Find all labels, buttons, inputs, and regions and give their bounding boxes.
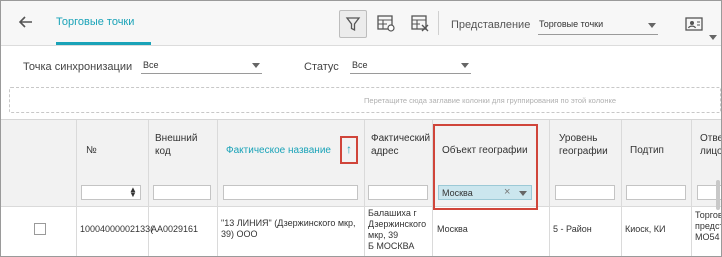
cell-geo-object: Москва [437,224,468,234]
view-select[interactable]: Торговые точки [538,14,658,35]
group-by-hint: Перетащите сюда заглавие колонки для гру… [364,96,616,105]
toolbar-separator [438,11,439,35]
top-bar: Торговые точки Представление Торговые то… [1,1,721,46]
filter-toggle-button[interactable] [339,10,367,38]
back-arrow-icon[interactable] [15,11,37,33]
column-divider [621,120,622,256]
status-label: Статус [304,61,339,73]
cell-responsible-line3: МО54 [695,232,720,242]
col-header-number[interactable]: № [86,144,97,157]
sync-point-value: Все [143,60,159,70]
cell-address-line4: Б МОСКВА [368,241,415,251]
sync-point-label: Точка синхронизации [23,61,133,73]
active-tab-indicator [56,42,151,45]
sort-up-icon[interactable]: ↑ [340,136,358,164]
grid-clear-icon [411,15,429,32]
more-caret-icon[interactable] [709,35,717,40]
cell-geo-level: 5 - Район [553,224,592,234]
grid-clear-button[interactable] [409,12,431,34]
col-header-subtype[interactable]: Подтип [630,144,664,157]
cell-number: 10004000002133( [80,224,154,234]
col-header-ext-code[interactable]: Внешний код [155,132,210,158]
app-window: Торговые точки Представление Торговые то… [0,0,722,257]
user-card-button[interactable] [683,13,705,35]
cell-subtype: Киоск, КИ [625,224,666,234]
cell-actual-address: Балашиха г Дзержинского мкр, 39 Б МОСКВА [368,208,426,252]
column-divider [364,120,365,256]
column-divider [691,120,692,256]
filter-icon [345,17,361,32]
row-checkbox[interactable] [34,223,46,235]
cell-actual-name: "13 ЛИНИЯ" (Дзержинского мкр, 39) ООО [221,218,355,240]
geo-level-filter-input[interactable] [555,185,615,200]
column-divider [148,120,149,256]
chevron-down-icon [252,63,260,68]
column-divider [549,120,550,256]
grid-settings-button[interactable] [375,12,397,34]
ext-code-filter-input[interactable] [153,185,211,200]
view-select-value: Торговые точки [539,19,604,29]
subtype-filter-input[interactable] [626,185,686,200]
cell-responsible-line1: Торгов [695,210,722,220]
cell-actual-name-line1: "13 ЛИНИЯ" (Дзержинского мкр, [221,218,356,228]
highlight-geo-column [433,124,538,210]
tab-trade-points[interactable]: Торговые точки [56,16,151,28]
group-by-drop-area[interactable]: Перетащите сюда заглавие колонки для гру… [9,87,721,113]
view-caret-icon [648,23,656,28]
status-value: Все [352,60,368,70]
cell-responsible-line2: предст [695,221,722,231]
column-divider [217,120,218,256]
cell-address-line1: Балашиха г [368,208,417,218]
col-header-geo-level[interactable]: Уровень географии [559,132,617,158]
col-header-actual-name[interactable]: Фактическое название [226,144,331,157]
actual-name-filter-input[interactable] [223,185,358,200]
cell-address-line3: мкр, 39 [368,230,399,240]
horizontal-scrollbar[interactable] [716,180,720,210]
view-label: Представление [451,19,531,31]
cell-responsible: Торгов предст МО54 [695,210,722,243]
col-header-actual-address[interactable]: Фактический адрес [371,132,431,158]
cell-ext-code: AA0029161 [151,224,199,234]
col-header-responsible[interactable]: Ответ лицо [700,132,721,158]
data-grid: № Внешний код Фактическое название ↑ Фак… [1,119,722,256]
cell-actual-name-line2: 39) ООО [221,229,258,239]
column-divider [76,120,77,256]
number-spinner-icon[interactable]: ▲ ▼ [129,186,137,199]
grid-settings-icon [377,15,395,32]
chevron-down-icon [461,63,469,68]
user-card-icon [685,17,703,31]
actual-address-filter-input[interactable] [368,185,428,200]
sync-point-select[interactable]: Все [141,55,262,74]
status-select[interactable]: Все [350,55,471,74]
cell-address-line2: Дзержинского [368,219,427,229]
